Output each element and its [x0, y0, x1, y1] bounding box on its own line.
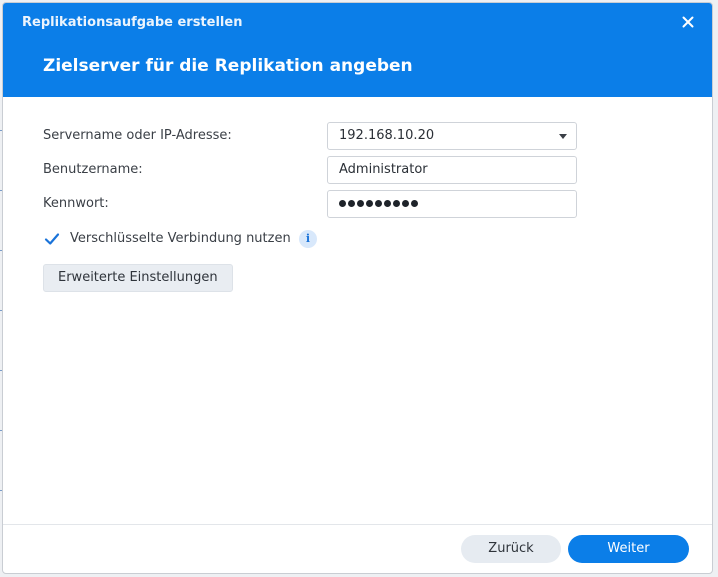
- username-input[interactable]: Administrator: [327, 156, 577, 184]
- password-dot: [366, 200, 373, 207]
- next-button[interactable]: Weiter: [568, 535, 689, 563]
- password-dot: [411, 200, 418, 207]
- username-label: Benutzername:: [43, 162, 143, 177]
- server-select[interactable]: 192.168.10.20: [327, 122, 577, 150]
- advanced-settings-button[interactable]: Erweiterte Einstellungen: [43, 264, 233, 292]
- chevron-down-icon: [559, 134, 567, 139]
- back-button[interactable]: Zurück: [461, 535, 561, 563]
- step-title: Zielserver für die Replikation angeben: [43, 56, 413, 76]
- password-dot: [348, 200, 355, 207]
- close-icon: [682, 16, 694, 28]
- username-row: Benutzername: Administrator: [43, 156, 583, 184]
- replication-dialog: Replikationsaufgabe erstellen Zielserver…: [2, 2, 713, 574]
- server-label: Servername oder IP-Adresse:: [43, 128, 232, 143]
- password-row: Kennwort:: [43, 190, 583, 218]
- encrypted-connection-checkbox[interactable]: [43, 230, 61, 248]
- password-dot: [339, 200, 346, 207]
- server-row: Servername oder IP-Adresse: 192.168.10.2…: [43, 122, 583, 150]
- username-value: Administrator: [339, 162, 428, 177]
- password-label: Kennwort:: [43, 196, 109, 211]
- info-icon[interactable]: i: [299, 230, 317, 248]
- password-dot: [384, 200, 391, 207]
- dialog-footer: Zurück Weiter: [3, 524, 712, 573]
- server-value: 192.168.10.20: [339, 128, 435, 143]
- close-button[interactable]: [678, 12, 698, 32]
- password-mask: [339, 200, 418, 207]
- window-title: Replikationsaufgabe erstellen: [22, 15, 243, 30]
- password-dot: [402, 200, 409, 207]
- checkmark-icon: [44, 233, 60, 245]
- encrypted-connection-label: Verschlüsselte Verbindung nutzen: [70, 231, 291, 246]
- dialog-header: Replikationsaufgabe erstellen Zielserver…: [3, 3, 712, 97]
- password-input[interactable]: [327, 190, 577, 218]
- password-dot: [375, 200, 382, 207]
- password-dot: [357, 200, 364, 207]
- password-dot: [393, 200, 400, 207]
